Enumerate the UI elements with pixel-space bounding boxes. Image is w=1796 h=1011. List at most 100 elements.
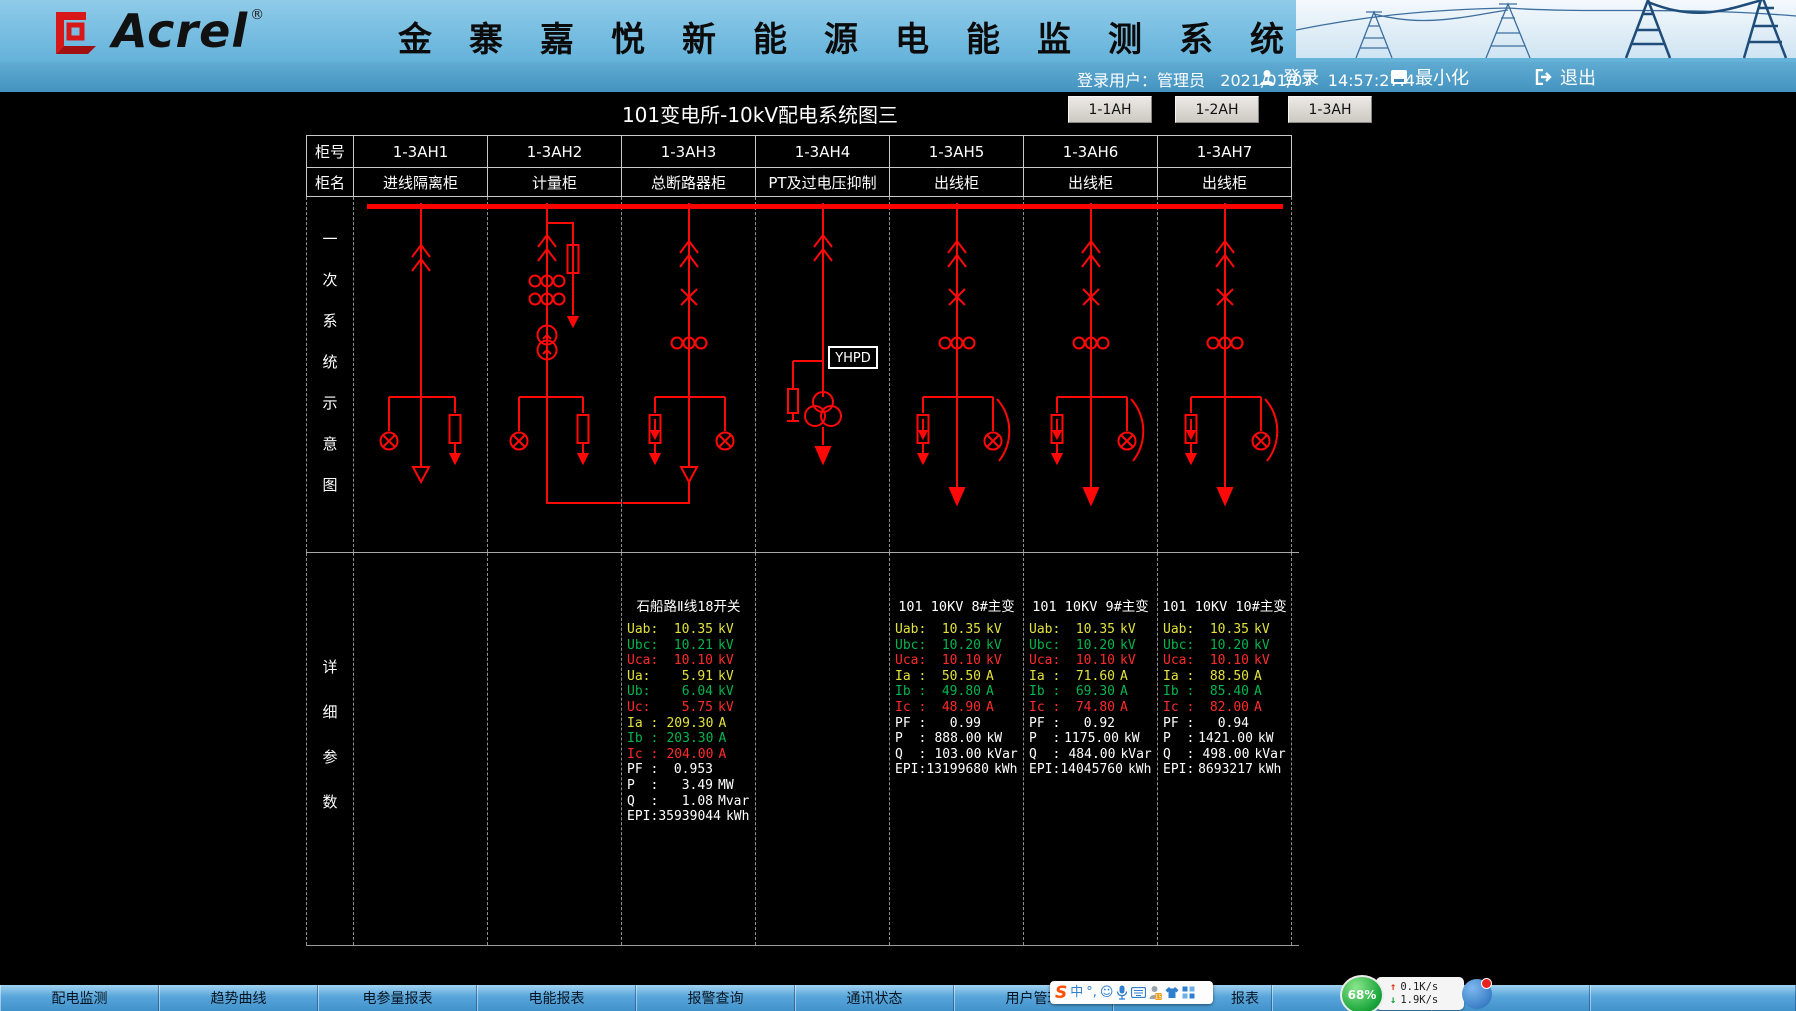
network-speed-panel[interactable]: ↑0.1K/s ↓1.9K/s bbox=[1376, 977, 1464, 1010]
nav-button-2[interactable]: 趋势曲线 bbox=[159, 985, 318, 1011]
login-info: 登录用户：管理员 2021/01/07 14:57:27.4 bbox=[1077, 67, 1415, 91]
cabinet-id-row: 柜号 1-3AH1 1-3AH2 1-3AH3 1-3AH4 1-3AH5 1-… bbox=[306, 135, 1299, 168]
param-row: Uca:10.10kV bbox=[622, 653, 755, 669]
param-row: Ia :88.50A bbox=[1158, 669, 1291, 685]
nav-button-3[interactable]: 电参量报表 bbox=[318, 985, 477, 1011]
punctuation-icon[interactable]: °, bbox=[1086, 986, 1097, 1000]
app-header: Acrel ® bbox=[0, 0, 1796, 62]
acrel-logo-icon bbox=[52, 6, 104, 56]
skin-shirt-icon[interactable] bbox=[1165, 986, 1179, 999]
keyboard-icon[interactable] bbox=[1131, 987, 1146, 998]
nav-button-label: 报警查询 bbox=[688, 988, 744, 1008]
memory-usage-ball[interactable]: 68% bbox=[1340, 975, 1384, 1011]
param-row: Uab:10.35kV bbox=[1158, 622, 1291, 638]
login-strip: 登录用户：管理员 2021/01/07 14:57:27.4 登录 最小化 退出 bbox=[0, 62, 1796, 92]
emoji-icon[interactable]: ☺ bbox=[1100, 986, 1114, 1000]
sogou-logo-icon[interactable]: S bbox=[1055, 986, 1067, 1000]
param-row: Ua:5.91kV bbox=[622, 669, 755, 685]
param-row: P :888.00kW bbox=[890, 731, 1023, 747]
cabinet-name: 计量柜 bbox=[487, 167, 622, 197]
cabinet-id: 1-3AH7 bbox=[1157, 135, 1292, 168]
row1-label: 柜号 bbox=[306, 135, 354, 168]
param-row: PF :0.94 bbox=[1158, 716, 1291, 732]
param-row: Uca:10.10kV bbox=[890, 653, 1023, 669]
param-row: EPI:35939044kWh bbox=[622, 809, 755, 825]
scada-screen: Acrel ® bbox=[0, 0, 1796, 1011]
toolbox-grid-icon[interactable] bbox=[1182, 986, 1195, 999]
diagram-cell-2 bbox=[487, 197, 622, 552]
diagram-cell-7 bbox=[1157, 197, 1292, 552]
param-row: Q :484.00kVar bbox=[1024, 747, 1157, 763]
page-title: 101变电所-10kV配电系统图三 bbox=[420, 99, 1100, 128]
yhpd-label: YHPD bbox=[834, 351, 871, 366]
params-cell-5: 101 10KV 8#主变 Uab:10.35kVUbc:10.20kVUca:1… bbox=[889, 553, 1024, 945]
input-mode-icon[interactable]: 中 bbox=[1070, 986, 1083, 1000]
param-row: Uca:10.10kV bbox=[1158, 653, 1291, 669]
system-title: 金寨嘉悦新能源电能监测系统 bbox=[398, 12, 1321, 61]
param-row: Ub:6.04kV bbox=[622, 684, 755, 700]
diagram-cell-3 bbox=[621, 197, 756, 552]
param-row: P :3.49MW bbox=[622, 778, 755, 794]
acrel-logo: Acrel ® bbox=[52, 6, 264, 56]
minimize-button[interactable]: 最小化 bbox=[1390, 64, 1469, 90]
params-cell-3: 石船路Ⅱ线18开关Uab:10.35kVUbc:10.21kVUca:10.10… bbox=[621, 553, 756, 945]
download-arrow-icon: ↓ bbox=[1390, 994, 1396, 1007]
tab-1-2AH[interactable]: 1-2AH bbox=[1175, 96, 1259, 123]
bottom-nav: 配电监测趋势曲线电参量报表电能报表报警查询通讯状态用户管理报表 bbox=[0, 985, 1796, 1011]
exit-icon bbox=[1535, 69, 1553, 85]
download-speed: ↓1.9K/s bbox=[1390, 994, 1464, 1007]
param-row: Ib :49.80A bbox=[890, 684, 1023, 700]
nav-button-1[interactable]: 配电监测 bbox=[0, 985, 159, 1011]
upload-speed: ↑0.1K/s bbox=[1390, 981, 1464, 994]
tab-1-1AH[interactable]: 1-1AH bbox=[1068, 96, 1152, 123]
main-busbar bbox=[367, 204, 1283, 209]
params-cell-4 bbox=[755, 553, 890, 945]
param-row: PF :0.953 bbox=[622, 762, 755, 778]
param-row: Ubc:10.20kV bbox=[890, 638, 1023, 654]
panel-title: 石船路Ⅱ线18开关 bbox=[622, 595, 755, 615]
param-row: Ic :74.80A bbox=[1024, 700, 1157, 716]
cabinet-name: 出线柜 bbox=[889, 167, 1024, 197]
microphone-icon[interactable] bbox=[1116, 985, 1128, 1000]
memory-percent: 68% bbox=[1348, 988, 1377, 1002]
brand-text: Acrel bbox=[112, 6, 248, 56]
param-row: Ic :204.00A bbox=[622, 747, 755, 763]
diagram-cell-6 bbox=[1023, 197, 1158, 552]
params-cell-6: 101 10KV 9#主变Uab:10.35kVUbc:10.20kVUca:1… bbox=[1023, 553, 1158, 945]
param-row: EPI:13199680kWh bbox=[890, 762, 1023, 778]
diagram-row-label: 一次系统示意图 bbox=[307, 197, 353, 552]
params-cell-7: 101 10KV 10#主变Uab:10.35kVUbc:10.20kVUca:… bbox=[1157, 553, 1292, 945]
system-table: 柜号 1-3AH1 1-3AH2 1-3AH3 1-3AH4 1-3AH5 1-… bbox=[306, 135, 1299, 946]
param-row: Q :498.00kVar bbox=[1158, 747, 1291, 763]
diagram-cell-5 bbox=[889, 197, 1024, 552]
user-icon bbox=[1258, 68, 1276, 86]
registered-mark: ® bbox=[250, 6, 264, 24]
cabinet-id: 1-3AH2 bbox=[487, 135, 622, 168]
param-row: Uab:10.35kV bbox=[1024, 622, 1157, 638]
nav-button-11 bbox=[1590, 985, 1796, 1011]
diagram-row-label-cell: 一次系统示意图 bbox=[306, 197, 354, 552]
login-button[interactable]: 登录 bbox=[1258, 64, 1319, 90]
param-row: Uab:10.35kV bbox=[890, 622, 1023, 638]
nav-button-5[interactable]: 报警查询 bbox=[636, 985, 795, 1011]
param-row: Ib :85.40A bbox=[1158, 684, 1291, 700]
param-row: Ic :82.00A bbox=[1158, 700, 1291, 716]
nav-button-4[interactable]: 电能报表 bbox=[477, 985, 636, 1011]
param-row: Ia :71.60A bbox=[1024, 669, 1157, 685]
cabinet-name-row: 柜名 进线隔离柜 计量柜 总断路器柜 PT及过电压抑制 出线柜 出线柜 出线柜 bbox=[306, 167, 1299, 197]
row2-label: 柜名 bbox=[306, 167, 354, 197]
cabinet-id: 1-3AH5 bbox=[889, 135, 1024, 168]
param-row: Q :1.08Mvar bbox=[622, 794, 755, 810]
panel-title: 101 10KV 8#主变 bbox=[890, 595, 1023, 615]
param-row: Ubc:10.21kV bbox=[622, 638, 755, 654]
params-row: 详细参数 石船路Ⅱ线18开关Uab:10.35kVUbc:10.21kVUca:… bbox=[306, 553, 1299, 946]
nav-button-6[interactable]: 通讯状态 bbox=[795, 985, 954, 1011]
user-badge-icon[interactable]: 15 bbox=[1149, 985, 1162, 1000]
exit-button[interactable]: 退出 bbox=[1535, 64, 1596, 90]
tab-1-3AH[interactable]: 1-3AH bbox=[1288, 96, 1372, 123]
cabinet-name: 总断路器柜 bbox=[621, 167, 756, 197]
assistant-float-ball[interactable] bbox=[1462, 979, 1492, 1009]
param-row: P :1175.00kW bbox=[1024, 731, 1157, 747]
exit-button-label: 退出 bbox=[1560, 64, 1596, 90]
cabinet-name: 出线柜 bbox=[1023, 167, 1158, 197]
